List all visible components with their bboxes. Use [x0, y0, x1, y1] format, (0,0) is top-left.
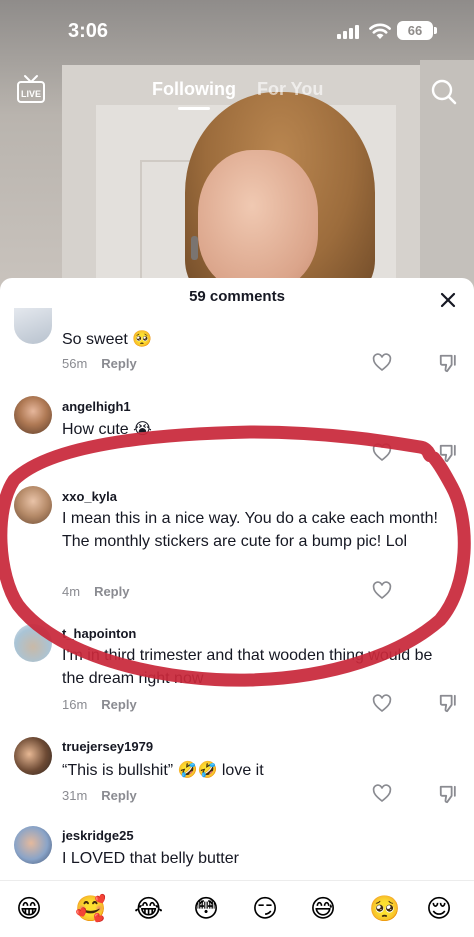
avatar[interactable] — [14, 396, 52, 434]
dislike-icon[interactable] — [438, 693, 458, 713]
emoji-pleading-button[interactable]: 🥺 — [369, 895, 400, 923]
emoji-grin-button[interactable]: 😁 — [16, 895, 42, 923]
comment-time: 4m — [62, 584, 81, 599]
comment-username[interactable]: xxo_kyla — [62, 489, 117, 504]
search-icon[interactable] — [430, 78, 458, 106]
dislike-icon[interactable] — [438, 443, 458, 463]
avatar[interactable] — [14, 308, 52, 344]
reply-button[interactable]: Reply — [101, 697, 136, 712]
comment-username[interactable]: jeskridge25 — [62, 828, 134, 843]
avatar[interactable] — [14, 486, 52, 524]
emoji-flushed-button[interactable]: 😳 — [193, 895, 219, 923]
comment-meta: 56m Reply — [62, 356, 137, 371]
emoji-tears-of-joy-button[interactable]: 😂 — [134, 895, 163, 923]
tab-for-you[interactable]: For You — [257, 79, 323, 100]
comment-meta: 4m Reply — [62, 584, 129, 599]
close-icon[interactable] — [440, 292, 456, 308]
comment-username[interactable]: t_hapointon — [62, 626, 136, 641]
reply-button[interactable]: Reply — [101, 788, 136, 803]
comment-text: “This is bullshit” 🤣🤣 love it — [62, 762, 264, 779]
avatar[interactable] — [14, 737, 52, 775]
reply-button[interactable]: Reply — [101, 356, 136, 371]
comment-text: I LOVED that belly butter — [62, 850, 239, 867]
wifi-icon — [369, 23, 391, 39]
emoji-quick-reply-bar: 😁 🥰 😂 😳 😏 😅 🥺 😌 — [0, 880, 474, 937]
avatar[interactable] — [14, 624, 52, 662]
comments-count-title: 59 comments — [189, 288, 285, 305]
reply-button[interactable]: Reply — [94, 584, 129, 599]
emoji-sweat-smile-button[interactable]: 😅 — [310, 895, 336, 923]
heart-icon[interactable] — [372, 694, 392, 713]
tab-following[interactable]: Following — [152, 79, 236, 100]
comments-sheet: 59 comments So sweet 🥺 56m Reply angelhig… — [0, 278, 474, 937]
comment-meta: 31m Reply — [62, 788, 137, 803]
comment-username[interactable]: truejersey1979 — [62, 739, 153, 754]
comment-username[interactable]: angelhigh1 — [62, 399, 131, 414]
active-tab-indicator — [178, 107, 210, 110]
dislike-icon[interactable] — [438, 353, 458, 373]
earring — [191, 236, 198, 260]
cellular-signal-icon — [337, 25, 363, 39]
dislike-icon[interactable] — [438, 784, 458, 804]
clock: 3:06 — [68, 20, 109, 42]
comment-text: I'm in third trimester and that wooden t… — [62, 647, 433, 687]
heart-icon[interactable] — [372, 784, 392, 803]
heart-icon[interactable] — [372, 353, 392, 372]
battery-icon: 66 — [397, 21, 433, 40]
comment-time: 31m — [62, 788, 88, 803]
live-label: LIVE — [21, 89, 41, 99]
live-icon[interactable]: LIVE — [16, 74, 46, 106]
comment-text: So sweet 🥺 — [62, 331, 153, 348]
battery-tip — [434, 27, 437, 34]
comment-meta: 16m Reply — [62, 697, 137, 712]
person-face — [198, 150, 318, 290]
avatar[interactable] — [14, 826, 52, 864]
battery-level: 66 — [407, 23, 423, 38]
emoji-smirk-button[interactable]: 😏 — [252, 895, 278, 923]
heart-icon[interactable] — [372, 443, 392, 462]
status-bar: 3:06 66 — [0, 0, 474, 60]
comment-time: 16m — [62, 697, 88, 712]
emoji-smiling-hearts-button[interactable]: 🥰 — [75, 895, 106, 923]
heart-icon[interactable] — [372, 581, 392, 600]
emoji-relieved-button[interactable]: 😌 — [426, 895, 452, 923]
comment-text: How cute 😭 — [62, 421, 152, 438]
comment-time: 56m — [62, 356, 88, 371]
comment-text: I mean this in a nice way. You do a cake… — [62, 510, 438, 550]
